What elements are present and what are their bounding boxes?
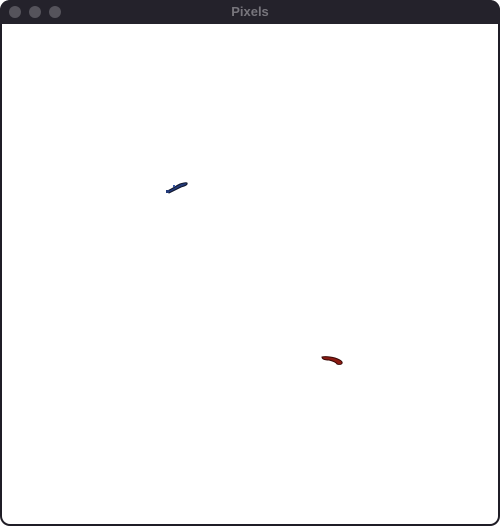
window-title: Pixels xyxy=(231,4,269,19)
app-window: Pixels xyxy=(0,0,500,526)
canvas-svg xyxy=(166,182,343,365)
red-pixel-stroke xyxy=(321,356,343,365)
blue-pixel-stroke xyxy=(166,182,188,194)
title-bar[interactable]: Pixels xyxy=(0,0,500,24)
drawing-canvas[interactable] xyxy=(2,24,498,524)
